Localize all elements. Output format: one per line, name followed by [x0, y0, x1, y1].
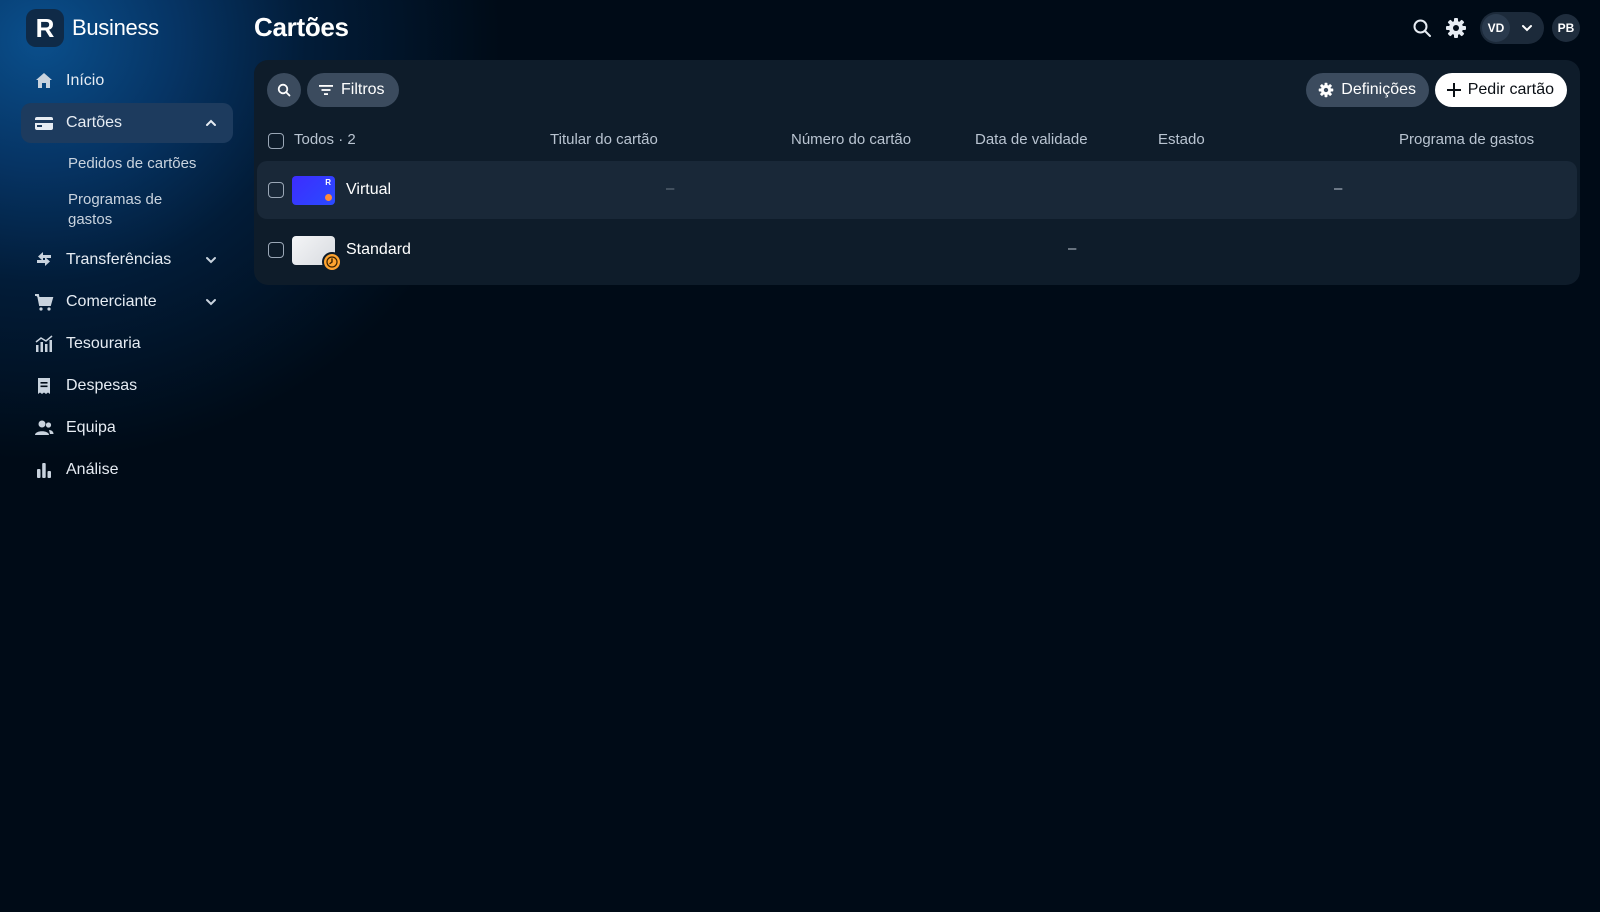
sidebar-item-comerciante[interactable]: Comerciante: [21, 282, 233, 322]
cart-icon: [34, 292, 54, 312]
sidebar-item-analise[interactable]: Análise: [21, 450, 233, 490]
table-header: Todos · 2 Titular do cartão Número do ca…: [254, 126, 1580, 156]
sidebar-item-inicio[interactable]: Início: [21, 61, 233, 101]
page-title: Cartões: [254, 12, 349, 42]
card-expiry-value: –: [1068, 240, 1077, 257]
transfer-icon: [34, 250, 54, 270]
table-row[interactable]: R Virtual – –: [257, 161, 1577, 219]
chevron-down-icon[interactable]: [203, 294, 219, 310]
clock-icon: [322, 252, 342, 272]
sidebar-item-label: Equipa: [66, 419, 116, 436]
column-header-number[interactable]: Número do cartão: [791, 131, 911, 148]
sidebar-nav: Início Cartões Pedidos de cartões Progra…: [21, 61, 233, 492]
sidebar-item-cartoes[interactable]: Cartões: [21, 103, 233, 143]
chevron-down-icon: [1520, 21, 1534, 35]
sidebar-item-equipa[interactable]: Equipa: [21, 408, 233, 448]
sidebar-item-tesouraria[interactable]: Tesouraria: [21, 324, 233, 364]
select-all-label: Todos · 2: [294, 131, 356, 148]
cards-panel: Filtros Definições Pedir cartão Todos · …: [254, 60, 1580, 285]
search-icon[interactable]: [1410, 16, 1434, 40]
filter-icon: [319, 85, 333, 95]
table-row[interactable]: Standard –: [257, 221, 1577, 279]
brand-name: Business: [72, 15, 159, 40]
row-checkbox[interactable]: [268, 242, 284, 258]
sidebar-item-label: Despesas: [66, 377, 138, 394]
filters-label: Filtros: [341, 81, 385, 98]
treasury-chart-icon: [34, 334, 54, 354]
chevron-up-icon[interactable]: [203, 115, 219, 131]
plus-icon: [1446, 83, 1461, 97]
gear-icon[interactable]: [1444, 16, 1468, 40]
chevron-down-icon[interactable]: [203, 252, 219, 268]
filters-button[interactable]: Filtros: [307, 73, 399, 107]
brand-logo: R: [26, 9, 64, 47]
card-name: Standard: [346, 241, 411, 258]
sidebar-item-transferencias[interactable]: Transferências: [21, 240, 233, 280]
card-icon: [34, 113, 54, 133]
sidebar-item-label: Cartões: [66, 114, 123, 131]
brand[interactable]: R Business: [26, 9, 159, 47]
sidebar: R Business Início Cartões Pedidos de car…: [0, 0, 244, 912]
sidebar-item-label: Tesouraria: [66, 335, 141, 352]
gear-icon: [1319, 82, 1334, 98]
sidebar-item-label: Transferências: [66, 251, 172, 268]
select-all-checkbox[interactable]: [268, 133, 284, 149]
order-card-label: Pedir cartão: [1467, 81, 1554, 98]
receipt-icon: [34, 376, 54, 396]
settings-label: Definições: [1341, 81, 1416, 98]
order-card-button[interactable]: Pedir cartão: [1434, 73, 1567, 107]
table-search-button[interactable]: [267, 73, 301, 107]
card-brand-mark: R: [325, 178, 331, 187]
sidebar-item-despesas[interactable]: Despesas: [21, 366, 233, 406]
user-avatar[interactable]: PB: [1552, 14, 1580, 42]
card-name: Virtual: [346, 181, 392, 198]
column-header-spend-program[interactable]: Programa de gastos: [1399, 131, 1534, 148]
column-header-expiry[interactable]: Data de validade: [975, 131, 1088, 148]
card-holder-value: –: [666, 180, 675, 197]
card-status-value: –: [1334, 180, 1343, 197]
account-avatar: VD: [1482, 14, 1510, 42]
search-icon: [277, 83, 291, 97]
sidebar-item-label: Comerciante: [66, 293, 157, 310]
virtual-card-thumbnail: R: [292, 176, 335, 205]
sidebar-item-label: Início: [66, 72, 105, 89]
team-icon: [34, 418, 54, 438]
sidebar-subitem-pedidos-de-cartoes[interactable]: Pedidos de cartões: [68, 145, 233, 182]
cartoes-submenu: Pedidos de cartões Programas de gastos: [68, 145, 233, 238]
settings-button[interactable]: Definições: [1306, 73, 1429, 107]
account-switcher[interactable]: VD: [1480, 12, 1544, 44]
bar-chart-icon: [34, 460, 54, 480]
topbar: VD PB: [1400, 12, 1580, 44]
row-checkbox[interactable]: [268, 182, 284, 198]
mastercard-icon: [325, 194, 332, 201]
sidebar-subitem-programas-de-gastos[interactable]: Programas de gastos: [68, 182, 198, 238]
column-header-status[interactable]: Estado: [1158, 131, 1205, 148]
column-header-holder[interactable]: Titular do cartão: [550, 131, 658, 148]
home-icon: [34, 71, 54, 91]
sidebar-item-label: Análise: [66, 461, 119, 478]
